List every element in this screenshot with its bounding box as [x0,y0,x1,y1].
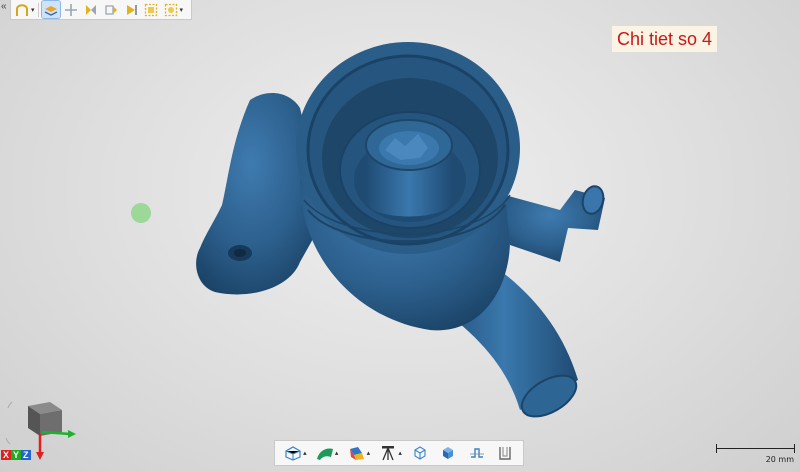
frame-select-icon[interactable] [142,1,160,18]
toolbar-separator [37,2,39,17]
toolbar-collapse-icon[interactable]: « [1,1,7,12]
scale-tick-right [794,444,795,453]
tripod-icon[interactable] [378,443,398,463]
move-arrows-icon[interactable] [62,1,80,18]
scale-line [716,448,794,449]
rotation-pivot-indicator [131,203,151,223]
flip-yellow-3-icon[interactable] [122,1,140,18]
flip-yellow-icon[interactable] [82,1,100,18]
tripod-dropdown-icon[interactable]: ▴ [398,449,402,457]
surface-dropdown-icon[interactable]: ▴ [335,449,339,457]
deviation-icon[interactable] [495,443,515,463]
selection-mode-icon[interactable] [13,1,31,18]
selection-mode-dropdown-icon[interactable]: ▾ [31,6,35,14]
surface-green-icon[interactable] [315,443,335,463]
box-wireframe-icon[interactable] [410,443,430,463]
flip-yellow-2-icon[interactable] [102,1,120,18]
scanned-part-model[interactable] [0,0,800,472]
axis-z-label: Z [21,450,31,460]
axis-x-label: X [1,450,12,460]
scale-label: 20 mm [765,455,794,464]
layers-icon[interactable] [40,0,61,19]
orientation-gizmo[interactable]: X Y Z [0,398,80,472]
top-toolbar: ▾ ▾ [10,0,192,20]
section-curve-icon[interactable] [467,443,487,463]
frame-select-dropdown-icon[interactable]: ▾ [180,6,184,14]
box-solid-icon[interactable] [438,443,458,463]
color-texture-dropdown-icon[interactable]: ▴ [367,449,371,457]
scale-bar: 20 mm [714,444,796,466]
bottom-toolbar: ▴ ▴ ▴ ▴ [274,440,524,466]
axis-y-label: Y [11,450,22,460]
3d-viewport[interactable]: « ▾ ▾ Chi tiet so 4 X Y Z ▴ ▴ ▴ ▴ 20 mm [0,0,800,472]
mesh-render-dropdown-icon[interactable]: ▴ [303,449,307,457]
frame-select-2-icon[interactable] [162,1,180,18]
mesh-render-icon[interactable] [283,443,303,463]
model-title-label: Chi tiet so 4 [612,26,718,52]
color-texture-icon[interactable] [347,443,367,463]
